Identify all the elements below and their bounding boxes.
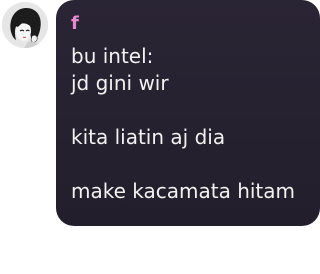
message-bubble[interactable]: f bu intel: jd gini wir kita liatin aj d… [56, 0, 320, 226]
avatar[interactable] [2, 2, 48, 48]
sender-name[interactable]: f [71, 13, 304, 35]
message-text: bu intel: jd gini wir kita liatin aj dia… [71, 44, 296, 203]
girl-sketch-avatar-icon [2, 2, 48, 48]
